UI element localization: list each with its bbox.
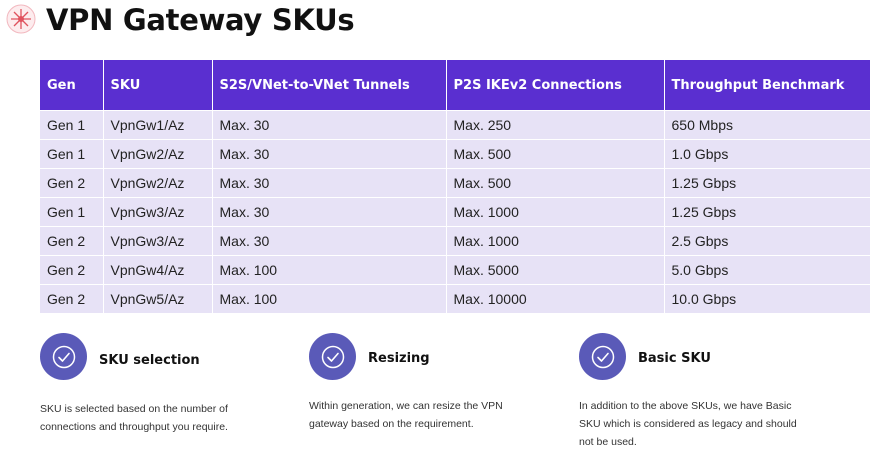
cell-gen: Gen 1	[40, 110, 104, 140]
cell-tunnels: Max. 100	[212, 284, 447, 313]
cell-connections: Max. 1000	[446, 226, 665, 256]
cell-sku: VpnGw3/Az	[103, 226, 213, 256]
cell-throughput: 5.0 Gbps	[664, 255, 870, 285]
table-row: Gen 2 VpnGw5/Az Max. 100 Max. 10000 10.0…	[40, 284, 870, 313]
cell-gen: Gen 2	[40, 255, 104, 285]
card-description: SKU is selected based on the number of c…	[40, 403, 228, 433]
check-circle-icon	[309, 333, 356, 380]
cell-sku: VpnGw3/Az	[103, 197, 213, 227]
cell-throughput: 650 Mbps	[664, 110, 870, 140]
card-description: Within generation, we can resize the VPN…	[309, 400, 503, 430]
cell-gen: Gen 1	[40, 139, 104, 169]
card-description: In addition to the above SKUs, we have B…	[579, 400, 797, 448]
table-row: Gen 2 VpnGw2/Az Max. 30 Max. 500 1.25 Gb…	[40, 168, 870, 198]
cell-sku: VpnGw5/Az	[103, 284, 213, 313]
page-title: VPN Gateway SKUs	[46, 3, 355, 37]
card-heading: SKU selection	[99, 353, 200, 368]
cell-connections: Max. 1000	[446, 197, 665, 227]
table-row: Gen 1 VpnGw1/Az Max. 30 Max. 250 650 Mbp…	[40, 110, 870, 140]
cell-sku: VpnGw2/Az	[103, 139, 213, 169]
cell-sku: VpnGw1/Az	[103, 110, 213, 140]
cell-gen: Gen 1	[40, 197, 104, 227]
cell-connections: Max. 250	[446, 110, 665, 140]
table-row: Gen 1 VpnGw2/Az Max. 30 Max. 500 1.0 Gbp…	[40, 139, 870, 169]
cell-connections: Max. 500	[446, 168, 665, 198]
cell-sku: VpnGw2/Az	[103, 168, 213, 198]
table-header-row: Gen SKU S2S/VNet-to-VNet Tunnels P2S IKE…	[40, 60, 870, 111]
cell-sku: VpnGw4/Az	[103, 255, 213, 285]
cell-throughput: 1.0 Gbps	[664, 139, 870, 169]
cell-tunnels: Max. 30	[212, 226, 447, 256]
column-header-tunnels: S2S/VNet-to-VNet Tunnels	[212, 60, 447, 111]
cell-throughput: 1.25 Gbps	[664, 168, 870, 198]
table-row: Gen 2 VpnGw3/Az Max. 30 Max. 1000 2.5 Gb…	[40, 226, 870, 256]
cell-throughput: 1.25 Gbps	[664, 197, 870, 227]
cell-tunnels: Max. 30	[212, 139, 447, 169]
cell-gen: Gen 2	[40, 226, 104, 256]
cell-gen: Gen 2	[40, 284, 104, 313]
card-heading: Resizing	[368, 351, 430, 366]
check-circle-icon	[40, 333, 87, 380]
cell-tunnels: Max. 30	[212, 197, 447, 227]
cell-connections: Max. 10000	[446, 284, 665, 313]
cell-throughput: 10.0 Gbps	[664, 284, 870, 313]
table-row: Gen 2 VpnGw4/Az Max. 100 Max. 5000 5.0 G…	[40, 255, 870, 285]
cell-connections: Max. 5000	[446, 255, 665, 285]
cell-connections: Max. 500	[446, 139, 665, 169]
column-header-sku: SKU	[103, 60, 213, 111]
column-header-p2s-connections: P2S IKEv2 Connections	[446, 60, 665, 111]
card-heading: Basic SKU	[638, 351, 711, 366]
column-header-throughput: Throughput Benchmark	[664, 60, 870, 111]
cell-gen: Gen 2	[40, 168, 104, 198]
sku-table: Gen SKU S2S/VNet-to-VNet Tunnels P2S IKE…	[40, 60, 870, 313]
azure-vpn-logo-icon	[6, 4, 36, 34]
column-header-gen: Gen	[40, 60, 104, 111]
check-circle-icon	[579, 333, 626, 380]
cell-tunnels: Max. 30	[212, 168, 447, 198]
table-row: Gen 1 VpnGw3/Az Max. 30 Max. 1000 1.25 G…	[40, 197, 870, 227]
cell-tunnels: Max. 30	[212, 110, 447, 140]
cell-tunnels: Max. 100	[212, 255, 447, 285]
cell-throughput: 2.5 Gbps	[664, 226, 870, 256]
